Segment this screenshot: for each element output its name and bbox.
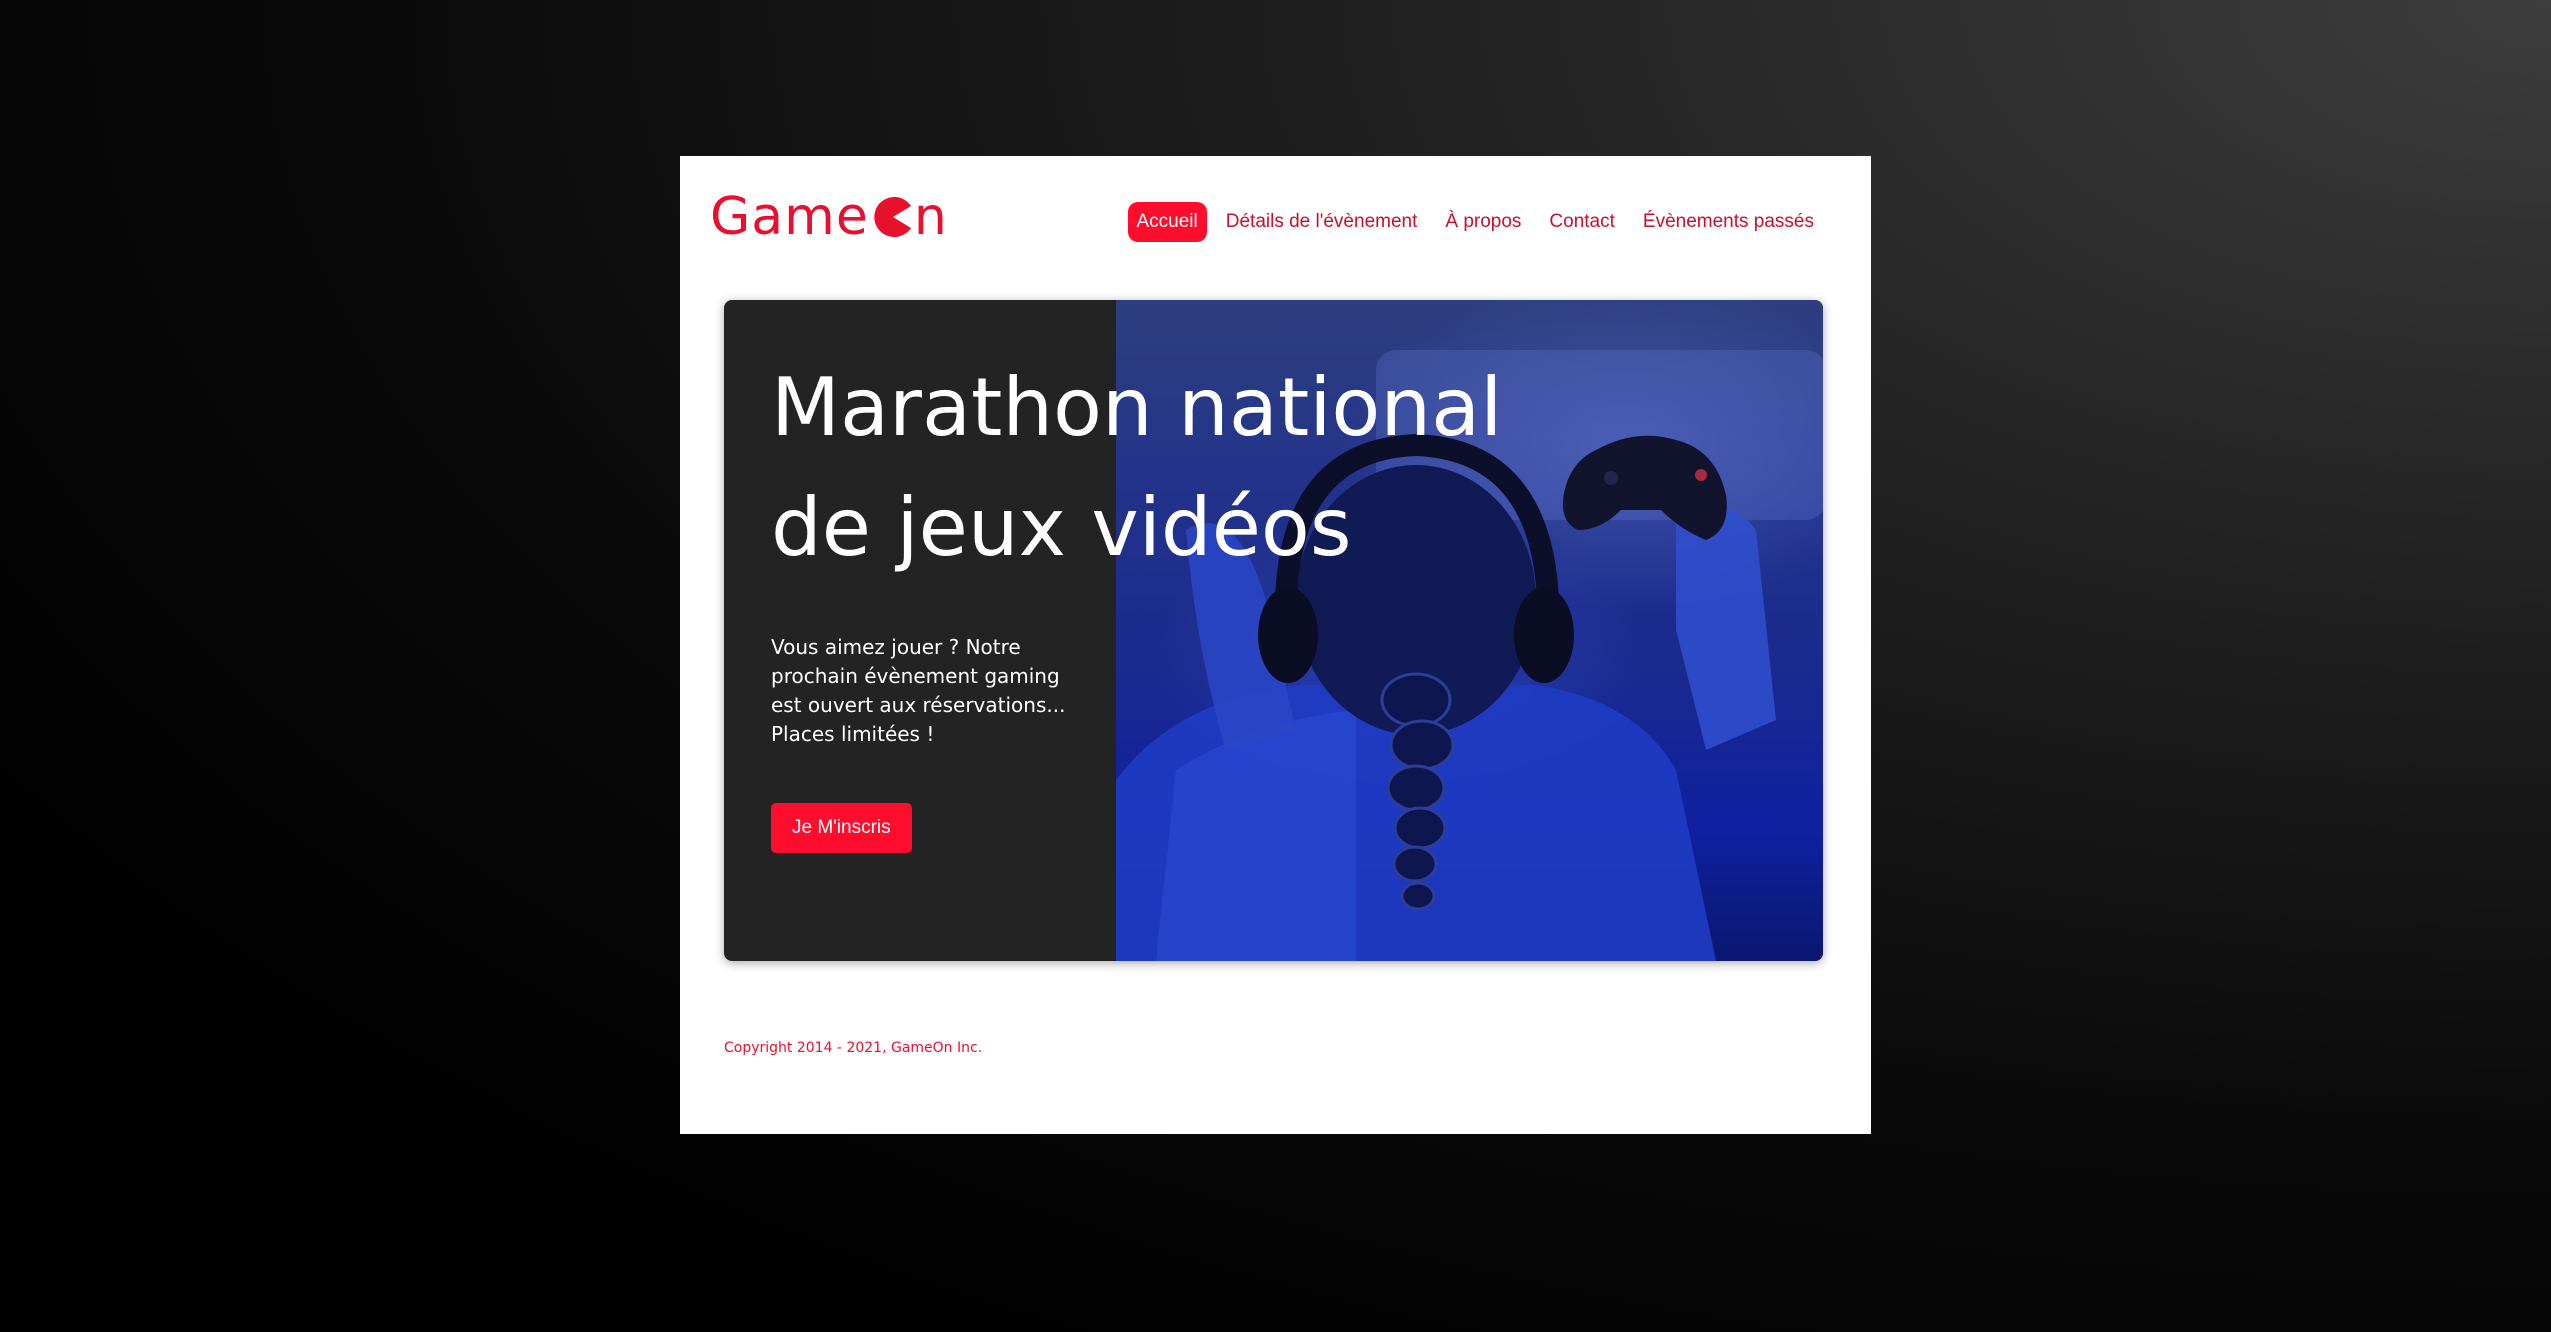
main-nav: Accueil Détails de l'évènement À propos … — [1127, 202, 1824, 242]
nav-item-details[interactable]: Détails de l'évènement — [1217, 202, 1427, 242]
nav-item-contact[interactable]: Contact — [1540, 202, 1623, 242]
signup-button[interactable]: Je M'inscris — [771, 803, 912, 853]
footer-copyright: Copyright 2014 - 2021, GameOn Inc. — [724, 1040, 983, 1056]
nav-item-accueil[interactable]: Accueil — [1127, 202, 1207, 242]
hero-title-line-1: Marathon national — [771, 361, 1503, 454]
page-container: Game n Accueil Détails de l'évènement À … — [680, 156, 1871, 1134]
logo-text-start: Game — [710, 187, 869, 247]
hero-title-line-2: de jeux vidéos — [771, 481, 1352, 574]
nav-item-a-propos[interactable]: À propos — [1436, 202, 1530, 242]
hero-description: Vous aimez jouer ? Notre prochain évènem… — [771, 635, 1066, 746]
logo-text-end: n — [913, 187, 948, 247]
hero-section: Marathon national de jeux vidéos Vous ai… — [724, 300, 1823, 961]
gameon-logo[interactable]: Game n — [710, 182, 948, 252]
nav-item-evenements-passes[interactable]: Évènements passés — [1634, 202, 1823, 242]
pacman-icon — [874, 197, 911, 237]
hero-title: Marathon national de jeux vidéos — [771, 348, 1621, 588]
